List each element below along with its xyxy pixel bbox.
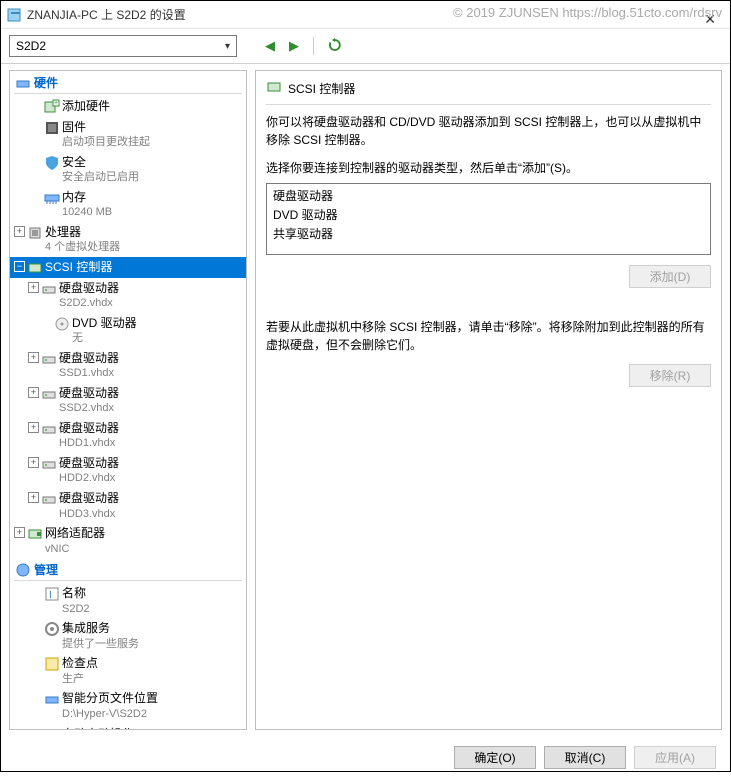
scsi-icon [266,79,282,98]
cancel-button[interactable]: 取消(C) [544,746,626,769]
detail-desc1: 你可以将硬盘驱动器和 CD/DVD 驱动器添加到 SCSI 控制器上，也可以从虚… [266,113,711,149]
svg-text:+: + [54,100,58,107]
shield-icon [44,155,60,171]
hdd-icon [41,281,57,297]
tree-cpu[interactable]: + 处理器4 个虚拟处理器 [10,222,246,257]
expand-icon[interactable]: + [28,352,39,363]
list-item[interactable]: DVD 驱动器 [269,205,708,224]
checkpoint-icon [44,656,60,672]
hdd-icon [41,386,57,402]
tree-hdd-ssd1[interactable]: + 硬盘驱动器SSD1.vhdx [10,348,246,383]
tree-dvd[interactable]: DVD 驱动器无 [10,313,246,348]
remove-button[interactable]: 移除(R) [629,364,711,387]
window-title: ZNANJIA-PC 上 S2D2 的设置 [27,6,186,23]
toolbar: S2D2 ▾ ◀ ▶ [1,29,730,64]
nav-next-button[interactable]: ▶ [285,38,303,54]
tree-hdd-ssd2[interactable]: + 硬盘驱动器SSD2.vhdx [10,383,246,418]
tree-hdd-hdd1[interactable]: + 硬盘驱动器HDD1.vhdx [10,418,246,453]
detail-desc2: 选择你要连接到控制器的驱动器类型，然后单击“添加”(S)。 [266,159,711,177]
vm-selector[interactable]: S2D2 ▾ [9,35,237,57]
ok-button[interactable]: 确定(O) [454,746,536,769]
settings-icon [7,7,23,23]
management-icon [16,563,30,577]
separator [313,37,314,55]
expand-icon[interactable]: + [28,387,39,398]
tree-mgmt-pagefile[interactable]: 智能分页文件位置D:\Hyper-V\S2D2 [10,688,246,723]
firmware-icon [44,120,60,136]
section-management: 管理 [10,558,246,580]
drive-type-list[interactable]: 硬盘驱动器 DVD 驱动器 共享驱动器 [266,183,711,255]
tree-mgmt-checkpoint[interactable]: 检查点生产 [10,653,246,688]
dialog-footer: 确定(O) 取消(C) 应用(A) [1,736,730,783]
hdd-icon [41,351,57,367]
add-hardware-icon: + [44,99,60,115]
tree-hdd-hdd3[interactable]: + 硬盘驱动器HDD3.vhdx [10,488,246,523]
detail-pane: SCSI 控制器 你可以将硬盘驱动器和 CD/DVD 驱动器添加到 SCSI 控… [255,70,722,730]
nav-prev-button[interactable]: ◀ [261,38,279,54]
expand-icon[interactable]: + [14,226,25,237]
add-button[interactable]: 添加(D) [629,265,711,288]
autostart-icon [44,727,60,731]
tree-mgmt-services[interactable]: 集成服务提供了一些服务 [10,618,246,653]
name-icon: I [44,586,60,602]
hdd-icon [41,456,57,472]
section-hardware: 硬件 [10,71,246,93]
memory-icon [44,190,60,206]
cpu-icon [27,225,43,241]
list-item[interactable]: 硬盘驱动器 [269,186,708,205]
vm-selector-value: S2D2 [16,39,46,53]
dvd-icon [54,316,70,332]
services-icon [44,621,60,637]
pagefile-icon [44,691,60,707]
titlebar: ZNANJIA-PC 上 S2D2 的设置 [1,1,730,29]
chevron-down-icon: ▾ [225,41,230,52]
tree-mgmt-autostart[interactable]: 自动启动操作如果以前运行过，则重新启动 [10,724,246,731]
tree-hdd-hdd2[interactable]: + 硬盘驱动器HDD2.vhdx [10,453,246,488]
expand-icon[interactable]: + [14,527,25,538]
svg-text:I: I [49,590,52,601]
list-item[interactable]: 共享驱动器 [269,224,708,243]
hardware-icon [16,76,30,90]
expand-icon[interactable]: + [28,457,39,468]
close-icon[interactable]: ✕ [704,11,716,28]
expand-icon[interactable]: + [28,492,39,503]
hdd-icon [41,491,57,507]
tree-scsi-controller[interactable]: − SCSI 控制器 [10,257,246,278]
tree-security[interactable]: 安全安全启动已启用 [10,152,246,187]
settings-tree[interactable]: 硬件 + 添加硬件 固件启动项目更改挂起 安全安全启动已启用 内存10240 M… [9,70,247,730]
tree-mgmt-name[interactable]: I 名称S2D2 [10,583,246,618]
scsi-icon [27,260,43,276]
refresh-button[interactable] [324,38,346,55]
collapse-icon[interactable]: − [14,261,25,272]
expand-icon[interactable]: + [28,282,39,293]
tree-firmware[interactable]: 固件启动项目更改挂起 [10,117,246,152]
hdd-icon [41,421,57,437]
remove-desc: 若要从此虚拟机中移除 SCSI 控制器，请单击“移除”。将移除附加到此控制器的所… [266,318,711,354]
expand-icon[interactable]: + [28,422,39,433]
nic-icon [27,526,43,542]
apply-button[interactable]: 应用(A) [634,746,716,769]
tree-memory[interactable]: 内存10240 MB [10,187,246,222]
tree-hdd-s2d2[interactable]: + 硬盘驱动器S2D2.vhdx [10,278,246,313]
tree-nic[interactable]: + 网络适配器vNIC [10,523,246,558]
tree-add-hardware[interactable]: + 添加硬件 [10,96,246,117]
detail-title: SCSI 控制器 [288,80,355,97]
